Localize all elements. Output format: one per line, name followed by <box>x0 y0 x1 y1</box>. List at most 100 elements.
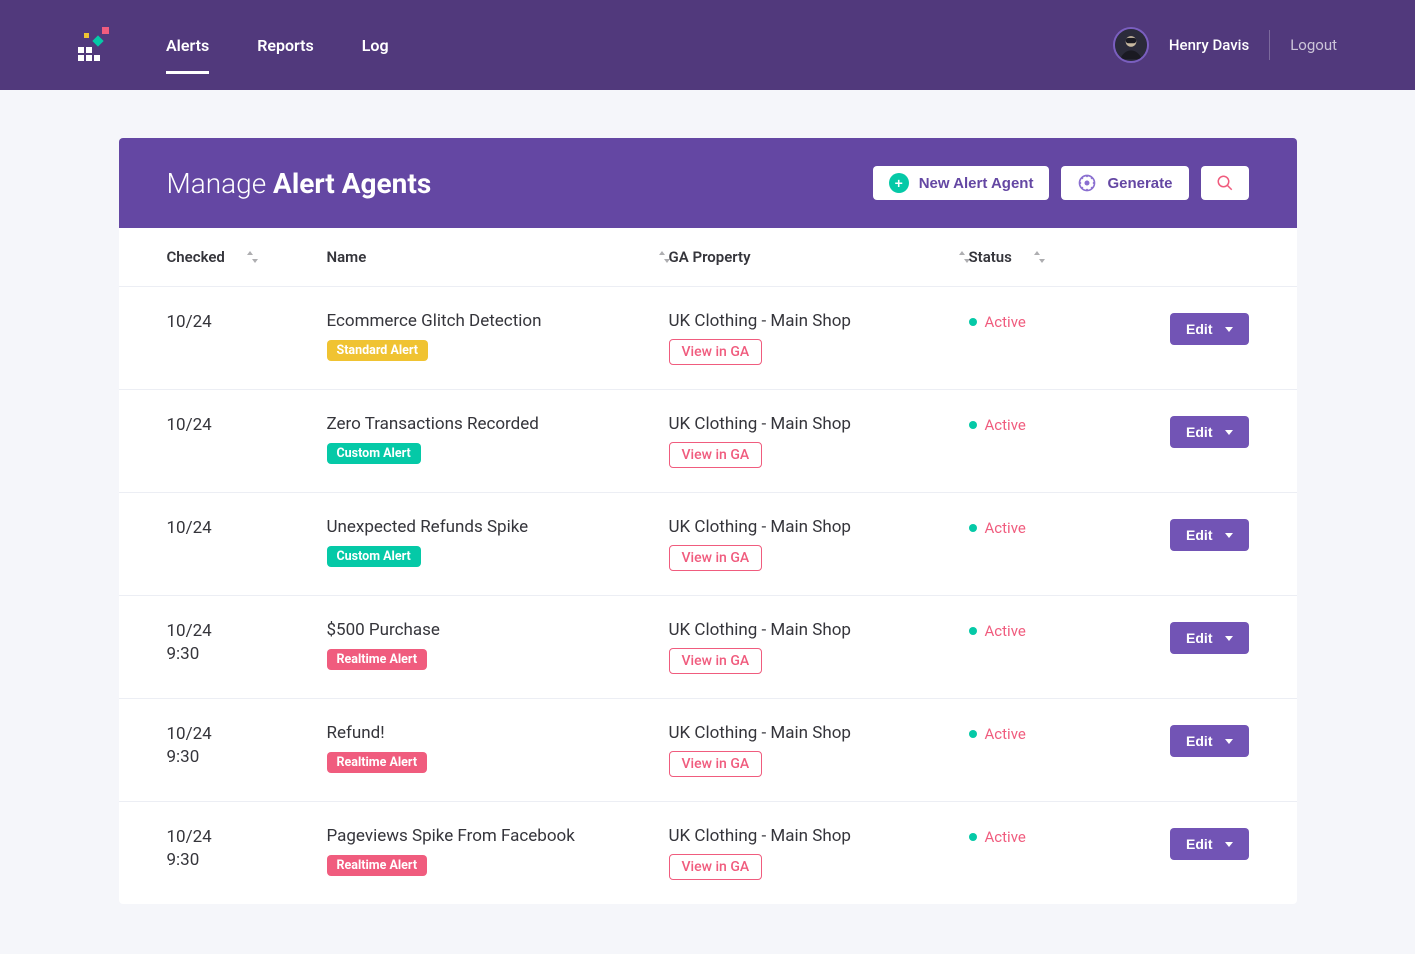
view-in-ga-button[interactable]: View in GA <box>669 442 763 468</box>
edit-label: Edit <box>1186 630 1212 646</box>
search-button[interactable] <box>1201 166 1249 200</box>
view-in-ga-button[interactable]: View in GA <box>669 751 763 777</box>
actions-cell: Edit <box>1129 517 1249 551</box>
actions-cell: Edit <box>1129 723 1249 757</box>
status-cell: Active <box>969 311 1129 331</box>
alert-name: Refund! <box>327 723 669 743</box>
name-cell: Ecommerce Glitch Detection Standard Alert <box>327 311 669 361</box>
col-checked[interactable]: Checked <box>167 248 327 266</box>
topbar-left: Alerts Reports Log <box>78 0 389 90</box>
page-title-bold: Alert Agents <box>273 167 431 200</box>
col-name[interactable]: Name <box>327 248 669 266</box>
chevron-down-icon <box>1225 842 1233 847</box>
view-in-ga-button[interactable]: View in GA <box>669 545 763 571</box>
name-cell: $500 PurchaseRealtime Alert <box>327 620 669 670</box>
alert-type-badge: Standard Alert <box>327 340 429 361</box>
nav-alerts[interactable]: Alerts <box>166 0 209 90</box>
status-cell: Active <box>969 723 1129 743</box>
edit-button[interactable]: Edit <box>1170 828 1248 860</box>
status-text: Active <box>985 416 1026 434</box>
view-in-ga-button[interactable]: View in GA <box>669 648 763 674</box>
alert-type-badge: Custom Alert <box>327 546 421 567</box>
edit-label: Edit <box>1186 321 1212 337</box>
status-text: Active <box>985 519 1026 537</box>
sort-icon <box>959 251 969 263</box>
table-row: 10/24Unexpected Refunds Spike Custom Aler… <box>119 493 1297 596</box>
logout-link[interactable]: Logout <box>1290 36 1337 54</box>
edit-label: Edit <box>1186 836 1212 852</box>
main-nav: Alerts Reports Log <box>166 0 389 90</box>
view-in-ga-button[interactable]: View in GA <box>669 854 763 880</box>
page: Manage Alert Agents + New Alert Agent Ge… <box>119 138 1297 904</box>
property-name: UK Clothing - Main Shop <box>669 826 969 846</box>
alert-name: Ecommerce Glitch Detection <box>327 311 669 331</box>
edit-button[interactable]: Edit <box>1170 416 1248 448</box>
alert-name: Pageviews Spike From Facebook <box>327 826 669 846</box>
edit-button[interactable]: Edit <box>1170 725 1248 757</box>
sort-icon <box>659 251 669 263</box>
avatar[interactable] <box>1113 27 1149 63</box>
property-cell: UK Clothing - Main Shop View in GA <box>669 311 969 365</box>
edit-button[interactable]: Edit <box>1170 519 1248 551</box>
actions-cell: Edit <box>1129 414 1249 448</box>
status-cell: Active <box>969 414 1129 434</box>
property-name: UK Clothing - Main Shop <box>669 311 969 331</box>
status-cell: Active <box>969 620 1129 640</box>
col-property[interactable]: GA Property <box>669 248 969 266</box>
nav-log[interactable]: Log <box>362 0 389 90</box>
panel-actions: + New Alert Agent Generate <box>873 166 1249 200</box>
alert-name: $500 Purchase <box>327 620 669 640</box>
col-property-label: GA Property <box>669 248 751 266</box>
table-row: 10/24Ecommerce Glitch Detection Standard … <box>119 287 1297 390</box>
property-name: UK Clothing - Main Shop <box>669 723 969 743</box>
property-cell: UK Clothing - Main Shop View in GA <box>669 517 969 571</box>
alert-name: Unexpected Refunds Spike <box>327 517 669 537</box>
page-title: Manage Alert Agents <box>167 167 432 200</box>
chevron-down-icon <box>1225 327 1233 332</box>
property-name: UK Clothing - Main Shop <box>669 517 969 537</box>
alert-name: Zero Transactions Recorded <box>327 414 669 434</box>
chevron-down-icon <box>1225 636 1233 641</box>
panel-header: Manage Alert Agents + New Alert Agent Ge… <box>119 138 1297 228</box>
logo[interactable] <box>78 25 118 65</box>
col-status-label: Status <box>969 248 1012 266</box>
edit-label: Edit <box>1186 527 1212 543</box>
nav-reports[interactable]: Reports <box>257 0 314 90</box>
edit-button[interactable]: Edit <box>1170 622 1248 654</box>
property-cell: UK Clothing - Main ShopView in GA <box>669 414 969 468</box>
generate-label: Generate <box>1107 175 1172 192</box>
status-dot-icon <box>969 421 977 429</box>
view-in-ga-button[interactable]: View in GA <box>669 339 763 365</box>
property-name: UK Clothing - Main Shop <box>669 620 969 640</box>
status-dot-icon <box>969 730 977 738</box>
table-row: 10/24Zero Transactions RecordedCustom Al… <box>119 390 1297 493</box>
checked-cell: 10/249:30 <box>167 723 327 769</box>
status-cell: Active <box>969 517 1129 537</box>
sort-icon <box>1034 251 1044 263</box>
generate-button[interactable]: Generate <box>1061 166 1188 200</box>
topbar-right: Henry Davis Logout <box>1113 27 1337 63</box>
edit-button[interactable]: Edit <box>1170 313 1248 345</box>
table-header: Checked Name GA Property Status <box>119 228 1297 287</box>
col-checked-label: Checked <box>167 248 225 266</box>
property-cell: UK Clothing - Main Shop View in GA <box>669 826 969 880</box>
table-row: 10/249:30$500 PurchaseRealtime AlertUK C… <box>119 596 1297 699</box>
checked-cell: 10/24 <box>167 517 327 540</box>
alert-type-badge: Custom Alert <box>327 443 421 464</box>
edit-label: Edit <box>1186 733 1212 749</box>
new-alert-button[interactable]: + New Alert Agent <box>873 166 1050 200</box>
status-text: Active <box>985 622 1026 640</box>
alert-type-badge: Realtime Alert <box>327 752 428 773</box>
status-text: Active <box>985 313 1026 331</box>
new-alert-label: New Alert Agent <box>919 175 1034 192</box>
name-cell: Unexpected Refunds Spike Custom Alert <box>327 517 669 567</box>
status-text: Active <box>985 725 1026 743</box>
status-cell: Active <box>969 826 1129 846</box>
property-cell: UK Clothing - Main Shop View in GA <box>669 723 969 777</box>
alerts-table: Checked Name GA Property Status 10/24Eco… <box>119 228 1297 904</box>
col-name-label: Name <box>327 248 367 266</box>
col-status[interactable]: Status <box>969 248 1129 266</box>
checked-cell: 10/24 <box>167 311 327 334</box>
username[interactable]: Henry Davis <box>1169 36 1249 54</box>
property-cell: UK Clothing - Main Shop View in GA <box>669 620 969 674</box>
